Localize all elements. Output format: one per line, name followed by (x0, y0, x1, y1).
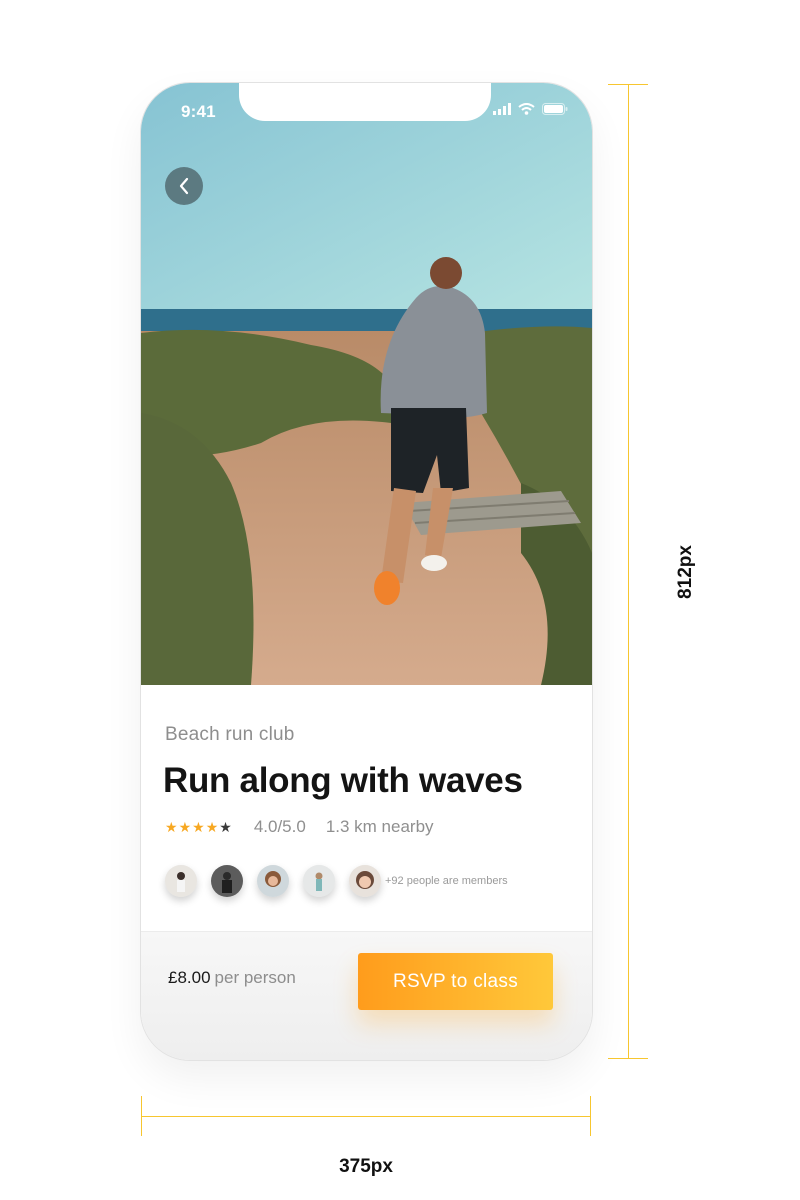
star-icon: ★ (205, 819, 219, 835)
club-name: Beach run club (165, 724, 295, 745)
screen-notch (239, 83, 491, 121)
height-dimension-tick (608, 84, 648, 85)
event-title: Run along with waves (163, 761, 523, 800)
star-icon: ★ (178, 819, 192, 835)
member-avatar[interactable] (257, 865, 289, 897)
star-icon: ★ (165, 819, 178, 835)
member-avatar[interactable] (303, 865, 335, 897)
width-dimension-label: 375px (339, 1156, 393, 1177)
width-dimension-tick (141, 1096, 142, 1136)
members-count: +92 people are members (385, 875, 508, 887)
star-rating: ★ ★ ★ ★ ★ (165, 820, 232, 834)
status-time: 9:41 (181, 102, 216, 121)
phone-screen: 9:41 Beach run club Run along with waves (140, 82, 593, 1061)
price-value: £8.00 (168, 968, 211, 987)
rating-value: 4.0/5.0 (253, 817, 306, 836)
avatar-image (303, 865, 335, 897)
rsvp-button[interactable]: RSVP to class (358, 953, 553, 1010)
star-icon: ★ (192, 819, 205, 835)
members-row[interactable]: +92 people are members (165, 865, 508, 897)
price-info: £8.00 per person (168, 968, 296, 988)
width-dimension-tick (590, 1096, 591, 1136)
status-icons (493, 103, 568, 115)
cellular-signal-icon (493, 103, 511, 115)
member-avatar[interactable] (349, 865, 381, 897)
beach-runner-photo (141, 83, 592, 685)
rating-row: ★ ★ ★ ★ ★ 4.0/5.0 1.3 km nearby (165, 817, 434, 837)
wifi-icon (518, 103, 535, 115)
width-dimension-line (141, 1116, 591, 1117)
booking-bar: £8.00 per person RSVP to class (141, 931, 592, 1060)
back-button[interactable] (165, 167, 203, 205)
height-dimension-line (628, 84, 629, 1058)
price-unit: per person (214, 968, 296, 987)
member-avatar[interactable] (211, 865, 243, 897)
member-avatar[interactable] (165, 865, 197, 897)
height-dimension-tick (608, 1058, 648, 1059)
chevron-left-icon (179, 177, 189, 195)
avatar-image (349, 865, 381, 897)
avatar-image (257, 865, 289, 897)
avatar-image (211, 865, 243, 897)
event-details: Beach run club Run along with waves ★ ★ … (141, 685, 592, 931)
avatar-image (165, 865, 197, 897)
battery-icon (542, 103, 568, 115)
hero-photo (141, 83, 592, 685)
height-dimension-label: 812px (675, 545, 696, 599)
star-empty-icon: ★ (219, 819, 232, 835)
distance-label: 1.3 km nearby (325, 817, 434, 836)
